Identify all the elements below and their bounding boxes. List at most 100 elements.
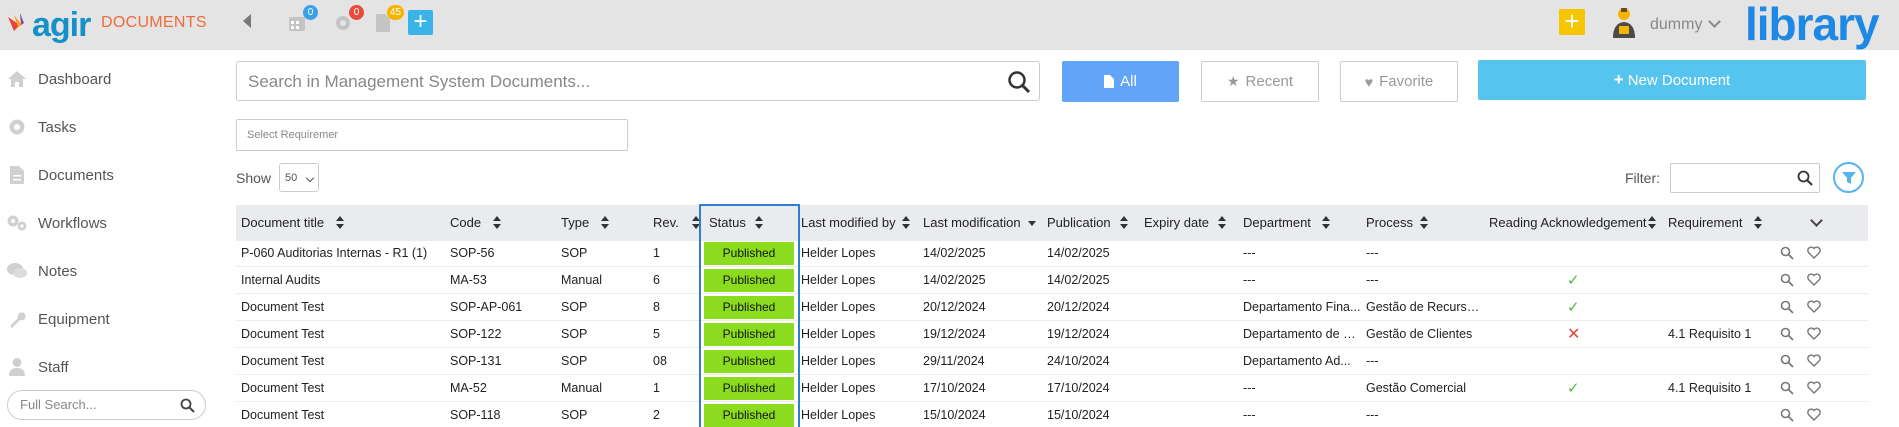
heart-icon[interactable]: [1807, 327, 1821, 340]
chevron-down-icon[interactable]: [1810, 214, 1823, 227]
col-document-title[interactable]: Document title: [241, 205, 324, 241]
cell-title[interactable]: Document Test: [241, 348, 446, 375]
search-icon[interactable]: [1007, 70, 1031, 94]
view-icon[interactable]: [1780, 273, 1794, 287]
table-row[interactable]: Internal Audits MA-53 Manual 6 Published…: [236, 267, 1868, 294]
calendar-icon[interactable]: 0: [286, 5, 318, 35]
col-last-modification[interactable]: Last modification: [923, 205, 1021, 241]
sidebar-item-staff[interactable]: Staff: [0, 353, 69, 381]
view-icon[interactable]: [1780, 408, 1794, 422]
cell-title[interactable]: P-060 Auditorias Internas - R1 (1): [241, 240, 446, 267]
requirement-select[interactable]: Select Requiremer: [236, 119, 628, 151]
col-status[interactable]: Status: [709, 205, 746, 241]
col-type[interactable]: Type: [561, 205, 589, 241]
sidebar-item-workflows[interactable]: Workflows: [0, 209, 107, 237]
col-requirement[interactable]: Requirement: [1668, 205, 1742, 241]
avatar[interactable]: [1609, 6, 1639, 40]
col-code[interactable]: Code: [450, 205, 481, 241]
col-department[interactable]: Department: [1243, 205, 1311, 241]
page-size-select[interactable]: 50: [279, 163, 319, 192]
heart-icon[interactable]: [1807, 273, 1821, 286]
col-reading-acknowledgement[interactable]: Reading Acknowledgement: [1489, 205, 1647, 241]
agir-logo[interactable]: agir: [6, 5, 91, 45]
heart-icon[interactable]: [1807, 354, 1821, 367]
cell-rev: 1: [653, 381, 660, 395]
document-icon[interactable]: 45: [372, 5, 404, 35]
sidebar-item-dashboard[interactable]: Dashboard: [0, 65, 111, 93]
sort-icon[interactable]: [1322, 216, 1330, 230]
chevron-left-icon[interactable]: [243, 14, 251, 28]
add-yellow-button[interactable]: +: [1559, 8, 1585, 35]
home-icon: [6, 68, 28, 90]
filter-all-button[interactable]: All: [1062, 61, 1179, 102]
module-title: DOCUMENTS: [101, 14, 207, 31]
view-icon[interactable]: [1780, 300, 1794, 314]
cell-title[interactable]: Document Test: [241, 321, 446, 348]
sort-icon[interactable]: [493, 216, 501, 230]
plus-icon: +: [1613, 70, 1624, 89]
sidebar-item-equipment[interactable]: Equipment: [0, 305, 110, 333]
filter-favorite-label: Favorite: [1379, 73, 1434, 90]
advanced-filter-button[interactable]: [1833, 162, 1864, 193]
document-icon: [6, 164, 28, 186]
col-rev[interactable]: Rev.: [653, 205, 679, 241]
gear-icon[interactable]: 0: [332, 5, 364, 35]
show-label: Show: [236, 170, 272, 186]
sidebar-item-label: Dashboard: [38, 70, 112, 88]
sort-icon[interactable]: [1754, 216, 1762, 230]
sort-icon[interactable]: [1420, 216, 1428, 230]
chevron-down-icon[interactable]: [1708, 15, 1721, 28]
heart-icon: ♥: [1364, 73, 1374, 90]
table-row[interactable]: Document Test SOP-122 SOP 5 Published He…: [236, 321, 1868, 348]
filter-input[interactable]: [1670, 163, 1820, 193]
new-document-button[interactable]: + New Document: [1478, 60, 1866, 100]
sidebar-item-notes[interactable]: Notes: [0, 257, 77, 285]
sort-icon[interactable]: [902, 216, 910, 230]
cell-title[interactable]: Internal Audits: [241, 267, 446, 294]
sort-icon[interactable]: [692, 216, 700, 230]
view-icon[interactable]: [1780, 354, 1794, 368]
search-icon[interactable]: [180, 398, 195, 413]
sort-icon[interactable]: [1648, 216, 1656, 230]
col-publication[interactable]: Publication: [1047, 205, 1111, 241]
view-icon[interactable]: [1780, 327, 1794, 341]
table-row[interactable]: Document Test MA-52 Manual 1 Published H…: [236, 375, 1868, 402]
cell-type: SOP: [561, 354, 588, 368]
table-row[interactable]: Document Test SOP-131 SOP 08 Published H…: [236, 348, 1868, 375]
sort-desc-icon[interactable]: [1028, 216, 1036, 230]
sort-icon[interactable]: [336, 216, 344, 230]
user-icon: [6, 356, 28, 378]
col-last-modified-by[interactable]: Last modified by: [801, 205, 896, 241]
full-search-input[interactable]: [20, 397, 180, 412]
sort-icon[interactable]: [1120, 216, 1128, 230]
table-row[interactable]: Document Test SOP-118 SOP 2 Published He…: [236, 402, 1868, 427]
col-expiry-date[interactable]: Expiry date: [1144, 205, 1209, 241]
sort-icon[interactable]: [755, 216, 763, 230]
username[interactable]: dummy: [1650, 16, 1702, 34]
search-icon[interactable]: [1797, 170, 1813, 186]
sidebar-item-tasks[interactable]: Tasks: [0, 113, 76, 141]
col-process[interactable]: Process: [1366, 205, 1413, 241]
bird-logo-icon: [8, 13, 24, 31]
view-icon[interactable]: [1780, 381, 1794, 395]
filter-recent-button[interactable]: ★ Recent: [1201, 61, 1319, 102]
cell-last-modification: 14/02/2025: [923, 246, 986, 260]
heart-icon[interactable]: [1807, 381, 1821, 394]
heart-icon[interactable]: [1807, 300, 1821, 313]
cell-title[interactable]: Document Test: [241, 402, 446, 427]
heart-icon[interactable]: [1807, 408, 1821, 421]
document-search-input[interactable]: [248, 72, 988, 92]
table-row[interactable]: Document Test SOP-AP-061 SOP 8 Published…: [236, 294, 1868, 321]
cell-title[interactable]: Document Test: [241, 294, 446, 321]
sort-icon[interactable]: [601, 216, 609, 230]
add-blue-button[interactable]: +: [408, 10, 433, 35]
cell-modified-by: Helder Lopes: [801, 408, 876, 422]
sort-icon[interactable]: [1218, 216, 1226, 230]
table-row[interactable]: P-060 Auditorias Internas - R1 (1) SOP-5…: [236, 240, 1868, 267]
sidebar-item-documents[interactable]: Documents: [0, 161, 114, 189]
cell-last-modification: 15/10/2024: [923, 408, 986, 422]
filter-favorite-button[interactable]: ♥ Favorite: [1340, 61, 1458, 102]
view-icon[interactable]: [1780, 246, 1794, 260]
heart-icon[interactable]: [1807, 246, 1821, 259]
cell-title[interactable]: Document Test: [241, 375, 446, 402]
